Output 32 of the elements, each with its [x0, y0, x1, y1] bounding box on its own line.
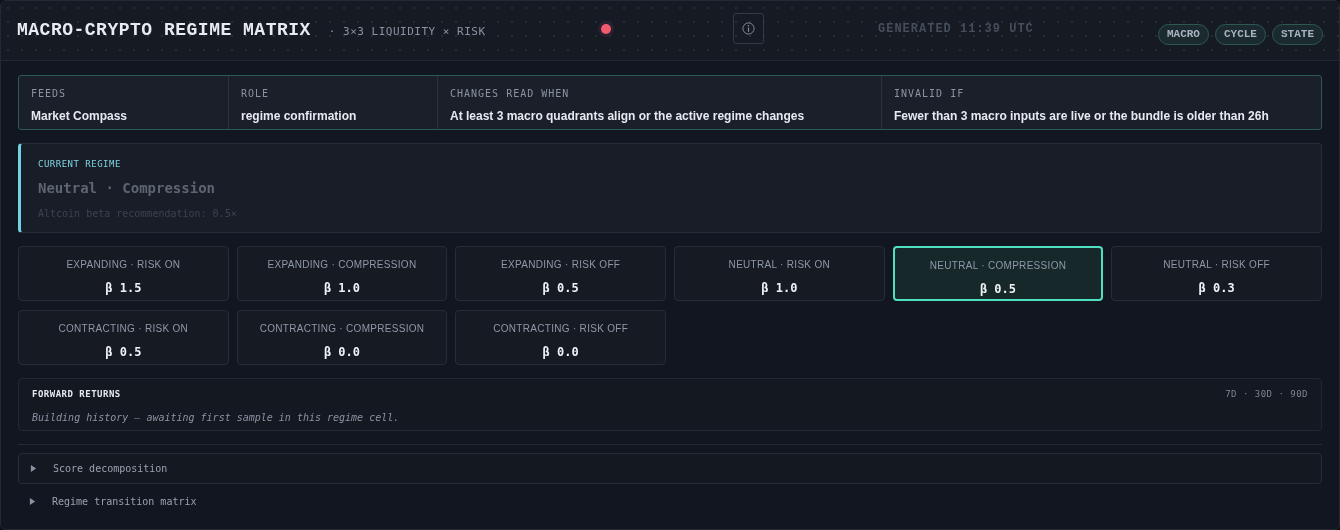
app-subtitle: · 3×3 LIQUIDITY × RISK — [328, 24, 486, 40]
meta-value: At least 3 macro quadrants align or the active regime changes — [450, 108, 805, 125]
empty-message: Building history — awaiting first sample in this regime cell. — [32, 410, 401, 425]
regime-cell[interactable]: NEUTRAL · COMPRESSION β 0.5 — [892, 246, 1104, 301]
regime-cell[interactable]: CONTRACTING · RISK OFF β 0.0 — [455, 310, 666, 365]
tag-pill: MACRO — [1157, 24, 1209, 45]
panel-title: FORWARD RETURNS — [32, 388, 121, 401]
tag-pill: STATE — [1272, 24, 1323, 45]
generated-time: GENERATED 11:39 UTC — [878, 20, 1034, 38]
meta-label: ROLE — [241, 87, 270, 101]
regime-label: CURRENT REGIME — [38, 158, 121, 171]
meta-value: regime confirmation — [241, 108, 357, 125]
collapsible-section[interactable]: Regime transition matrix — [18, 486, 1322, 517]
app-title: MACRO-CRYPTO REGIME MATRIX — [17, 19, 311, 42]
regime-cell[interactable]: NEUTRAL · RISK OFF β 0.3 — [1111, 246, 1322, 301]
regime-name: Neutral · Compression — [38, 178, 215, 198]
regime-cell[interactable]: CONTRACTING · COMPRESSION β 0.0 — [236, 310, 448, 365]
regime-cell[interactable]: EXPANDING · RISK OFF β 0.5 — [455, 246, 666, 301]
info-icon — [742, 22, 755, 35]
meta-label: CHANGES READ WHEN — [450, 87, 570, 101]
regime-cell[interactable]: CONTRACTING · RISK ON β 0.5 — [18, 310, 229, 365]
regime-cell[interactable]: EXPANDING · RISK ON β 1.5 — [18, 246, 229, 301]
meta-value: Market Compass — [31, 108, 128, 125]
regime-cell[interactable]: NEUTRAL · RISK ON β 1.0 — [674, 246, 885, 301]
horizon-labels: 7D · 30D · 90D — [1225, 388, 1308, 401]
meta-label: FEEDS — [31, 87, 67, 101]
tag-pill: CYCLE — [1214, 24, 1266, 45]
meta-label: INVALID IF — [894, 87, 965, 101]
regime-cell[interactable]: EXPANDING · COMPRESSION β 1.0 — [236, 246, 448, 301]
meta-value: Fewer than 3 macro inputs are live or the bundle is older than 26h — [894, 108, 1269, 125]
info-button[interactable] — [733, 13, 764, 44]
collapsible-section[interactable]: Score decomposition — [18, 453, 1322, 484]
